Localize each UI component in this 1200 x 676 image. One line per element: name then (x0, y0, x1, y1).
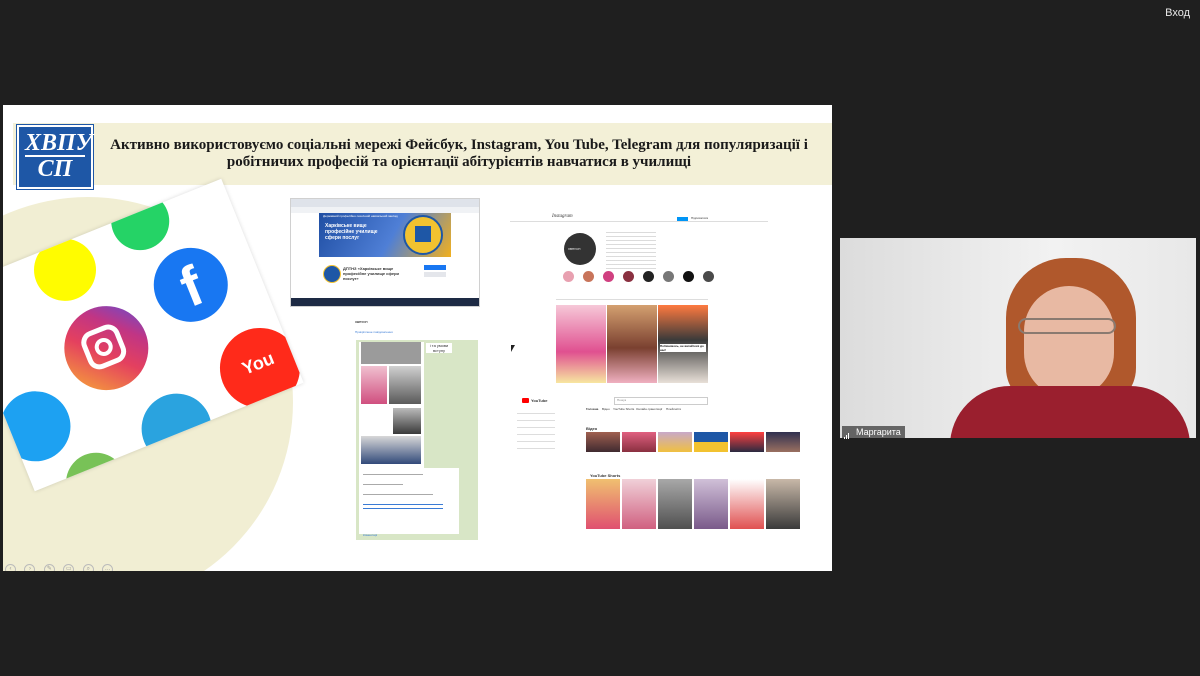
facebook-page-name: ДПТНЗ «Харківське вище професійне училищ… (343, 266, 399, 281)
facebook-banner-text: Харківське вище професійне училище сфери… (325, 223, 378, 241)
instagram-avatar-label: ХВПУСП (568, 247, 581, 251)
instagram-follow-button[interactable] (677, 217, 688, 221)
facebook-icon: f (142, 236, 239, 333)
youtube-shorts-row (586, 479, 806, 529)
slide-controls: ‹ › ✎ ▭ ⌕ … (5, 557, 117, 571)
telegram-screenshot: ХВПУСП Прикріплене повідомлення і та умо… (353, 318, 481, 542)
mouse-cursor-icon (511, 345, 515, 352)
participant-sweater (950, 386, 1190, 438)
shared-slide: ХВПУ СП Активно використовуємо соціальні… (3, 105, 832, 571)
youtube-shorts-heading: YouTube Shorts (590, 473, 621, 478)
instagram-follow-label[interactable]: Підписатися (691, 216, 708, 220)
youtube-screenshot: YouTube Пошук Головна Відео YouTube Shor… (514, 395, 822, 561)
instagram-brand: Instagram (552, 214, 573, 219)
instagram-highlights (563, 271, 714, 285)
next-slide-icon[interactable]: › (24, 564, 36, 571)
signal-icon (844, 429, 852, 439)
instagram-icon (51, 293, 161, 403)
youtube-tab[interactable]: Відео (602, 407, 610, 411)
webcam-video (840, 238, 1196, 438)
zoom-icon[interactable]: ⌕ (82, 564, 94, 571)
facebook-header-text: Державний професійно-технічний навчальни… (323, 214, 398, 218)
telegram-pinned[interactable]: Прикріплене повідомлення (355, 330, 393, 334)
youtube-tabs: Головна Відео YouTube Shorts Онлайн-тран… (586, 407, 746, 412)
youtube-logo-icon[interactable] (522, 398, 529, 403)
prev-slide-icon[interactable]: ‹ (5, 564, 16, 571)
pen-icon[interactable]: ✎ (43, 564, 55, 571)
youtube-tab[interactable]: Онлайн-трансляції (636, 407, 662, 411)
participant-name-tag: Маргарита (842, 426, 905, 439)
instagram-screenshot: Instagram ХВПУСП Підписатися Побачимось,… (510, 213, 768, 385)
participant-face (1024, 286, 1114, 398)
facebook-screenshot: Державний професійно-технічний навчальни… (290, 198, 480, 307)
whatsapp-icon (102, 183, 178, 259)
instagram-post-text: Побачимось, не вагайтеся до нас! (660, 344, 706, 352)
slide-title: Активно використовуємо соціальні мережі … (110, 137, 808, 170)
telegram-comments[interactable]: Коментарі (363, 533, 377, 537)
youtube-tab[interactable]: YouTube Shorts (613, 407, 634, 411)
youtube-videos-heading: Відео (586, 426, 598, 431)
youtube-video-row (586, 432, 806, 454)
copy-icon[interactable]: ▭ (63, 564, 75, 571)
youtube-tab[interactable]: Головна (586, 407, 598, 411)
youtube-tab[interactable]: Плейлисти (666, 407, 681, 411)
telegram-bubble: і та умови вступу (426, 343, 452, 353)
telegram-channel: ХВПУСП (355, 320, 368, 324)
more-icon[interactable]: … (102, 564, 114, 571)
school-logo: ХВПУ СП (17, 125, 93, 189)
youtube-brand: YouTube (531, 398, 548, 403)
login-link[interactable]: Вход (1165, 7, 1190, 19)
glasses-icon (1018, 318, 1116, 334)
youtube-search-input[interactable]: Пошук (614, 397, 708, 405)
